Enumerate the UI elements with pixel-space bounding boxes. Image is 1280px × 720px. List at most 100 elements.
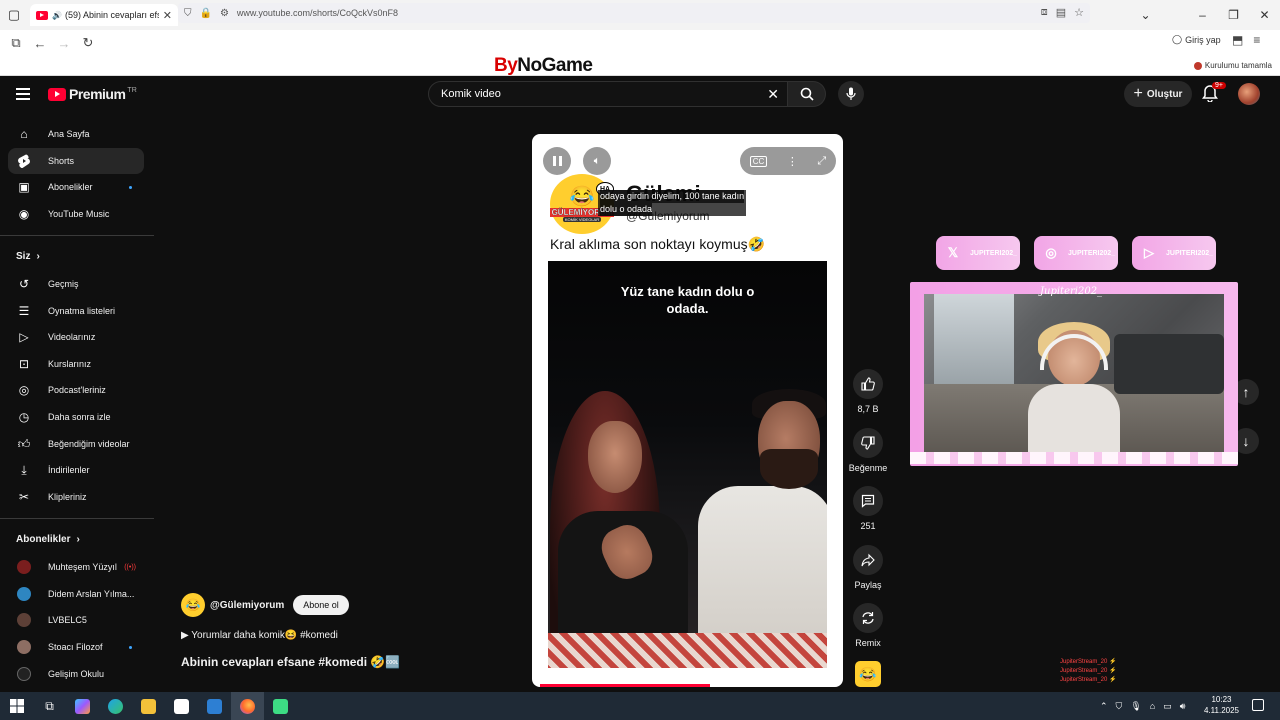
system-tray: ⌃ ⛉ 🎙︎ ⌂ ▭ 🔊︎ [1100,692,1185,720]
tab-list-chevron-icon[interactable]: ⌄ [1130,8,1161,22]
minimize-icon[interactable]: – [1187,8,1218,22]
shield-icon[interactable]: ⛉ [184,8,192,19]
display-icon[interactable]: ▭ [1163,701,1172,712]
sidebar-item-home[interactable]: ⌂ Ana Sayfa [8,121,144,147]
clips-icon: ✂ [18,490,30,504]
sidebar-item-clips[interactable]: ✂ Klipleriniz [8,484,144,510]
captions-icon[interactable]: CC [749,155,768,167]
music-icon: ◉ [18,207,30,221]
video-overlay-text: Kral aklıma son noktayı koymuş🤣 [550,236,766,252]
browser-tab[interactable]: 🔊 (59) Abinin cevapları efsane ✕ [30,4,178,26]
sign-in-label: Giriş yap [1185,34,1221,45]
sidebar-item-podcasts[interactable]: ◎ Podcast'leriniz [8,377,144,403]
subscribe-button[interactable]: Abone ol [293,595,349,615]
remix-button[interactable]: Remix [846,603,890,648]
close-tab-icon[interactable]: ✕ [163,9,172,22]
menu-hamburger-icon[interactable] [16,88,30,100]
start-button[interactable] [0,692,33,720]
sidebar-item-shorts[interactable]: Shorts [8,148,144,174]
youtube-premium-logo[interactable]: Premium TR [48,86,137,102]
sidebar-item-courses[interactable]: ⊡ Kurslarınız [8,351,144,377]
sidebar-item-playlists[interactable]: ☰ Oynatma listeleri [8,298,144,324]
sidebar-item-label: Shorts [48,156,75,166]
video-progress-bar[interactable] [540,684,710,687]
taskbar-app[interactable] [264,692,297,720]
sidebar-item-downloads[interactable]: ⤓ İndirilenler [8,457,144,483]
extensions-icon[interactable]: ⬒ [1232,33,1243,47]
security-icon[interactable]: ⛉ [1116,701,1123,712]
sound-source-thumbnail[interactable]: 😂 [855,661,881,687]
fullscreen-icon[interactable]: ⤢ [817,155,826,168]
shorts-player[interactable]: 😂 GÜLEMİYORUM KOMİK VİDEOLAR HA Gülemi @… [532,134,843,687]
taskbar-store[interactable] [165,692,198,720]
mic-tray-icon[interactable]: 🎙︎ [1130,701,1141,712]
system-clock[interactable]: 10:23 4.11.2025 [1204,694,1239,716]
tab-actions-icon[interactable]: ▢ [0,0,28,30]
reader-view-icon[interactable]: ▤ [1056,6,1066,19]
url-bar[interactable]: ⛉ 🔒 ⚙ www.youtube.com/shorts/CoQckVs0nF8… [178,3,1090,23]
volume-button[interactable]: 🔈︎ [583,147,611,175]
sidebar-sub-item[interactable]: LVBELC5 [8,607,144,633]
back-icon[interactable]: ← [28,36,52,51]
voice-search-button[interactable] [838,81,864,107]
sign-in-button[interactable]: ◯ Giriş yap [1172,34,1221,45]
more-options-icon[interactable]: ⋮ [787,155,798,168]
channel-avatar[interactable]: 😂 [181,593,205,617]
sidebar-item-your-videos[interactable]: ▷ Videolarınız [8,324,144,350]
user-avatar[interactable] [1238,83,1260,105]
taskbar-edge[interactable] [99,692,132,720]
sidebar-item-youtube-music[interactable]: ◉ YouTube Music [8,201,144,227]
sidebar-sub-item[interactable]: Muhteşem Yüzyıl ((•)) [8,554,144,580]
like-button[interactable]: 8,7 B [846,369,890,414]
taskbar-copilot[interactable] [66,692,99,720]
sidebar-sub-item[interactable]: Gelişim Okulu [8,661,144,687]
channel-name-link[interactable]: @Gülemiyorum [210,600,284,611]
dislike-button[interactable]: Beğenme [846,428,890,473]
channel-avatar [17,640,31,654]
comments-link[interactable]: ▶ Yorumlar daha komik😆 #komedi [181,630,338,641]
notification-center-icon[interactable] [1252,699,1264,711]
setup-complete-link[interactable]: Kurulumu tamamla [1193,61,1272,70]
sidebar-item-subscriptions[interactable]: ▣ Abonelikler [8,174,144,200]
microphone-icon [846,87,856,100]
sidebar-item-label: Muhteşem Yüzyıl [48,562,117,572]
comments-button[interactable]: 251 [846,486,890,531]
notifications-button[interactable]: 9+ [1202,82,1226,104]
task-view-button[interactable]: ⧉ [33,692,66,720]
speaker-icon[interactable]: 🔊 [52,11,62,20]
sidebar-you-heading[interactable]: Siz › [16,251,40,262]
sidebar-sub-item[interactable]: Didem Arslan Yılma... [8,581,144,607]
remix-icon [853,603,883,633]
taskbar-firefox[interactable] [231,692,264,720]
sidebar-subscriptions-heading[interactable]: Abonelikler › [16,534,80,545]
tablecloth [548,633,827,668]
sidebar-sub-item[interactable]: Stoacı Filozof [8,634,144,660]
restore-icon[interactable]: ❐ [1218,8,1249,22]
pause-button[interactable] [543,147,571,175]
network-icon[interactable]: ⌂ [1150,701,1155,711]
sidebar-item-label: Stoacı Filozof [48,642,103,652]
close-window-icon[interactable]: ✕ [1249,8,1280,22]
sidebar-item-watch-later[interactable]: ◷ Daha sonra izle [8,404,144,430]
create-button[interactable]: + Oluştur [1124,81,1192,107]
lock-icon[interactable]: 🔒 [200,8,212,19]
volume-tray-icon[interactable]: 🔊︎ [1180,701,1186,712]
sidebar-toggle-icon[interactable]: ⧉ [4,35,28,51]
picture-in-picture-icon[interactable]: ⧈ [1041,6,1048,19]
taskbar-file-explorer[interactable] [132,692,165,720]
permissions-icon[interactable]: ⚙ [220,8,229,19]
x-logo-icon: 𝕏 [947,245,959,260]
sidebar-item-history[interactable]: ↺ Geçmiş [8,271,144,297]
clear-search-icon[interactable]: ✕ [767,86,779,103]
search-input[interactable]: Komik video ✕ [428,81,788,107]
bookmark-star-icon[interactable]: ☆ [1074,6,1084,19]
reload-icon[interactable]: ↻ [76,35,100,51]
forward-icon[interactable]: → [52,36,76,51]
menu-icon[interactable]: ≡ [1253,33,1260,47]
share-button[interactable]: Paylaş [846,545,890,590]
sidebar-item-liked-videos[interactable]: 👍︎ Beğendiğim videolar [8,431,144,457]
history-icon: ↺ [18,277,30,291]
taskbar-mail[interactable] [198,692,231,720]
search-button[interactable] [788,81,826,107]
show-hidden-icons[interactable]: ⌃ [1100,701,1108,712]
